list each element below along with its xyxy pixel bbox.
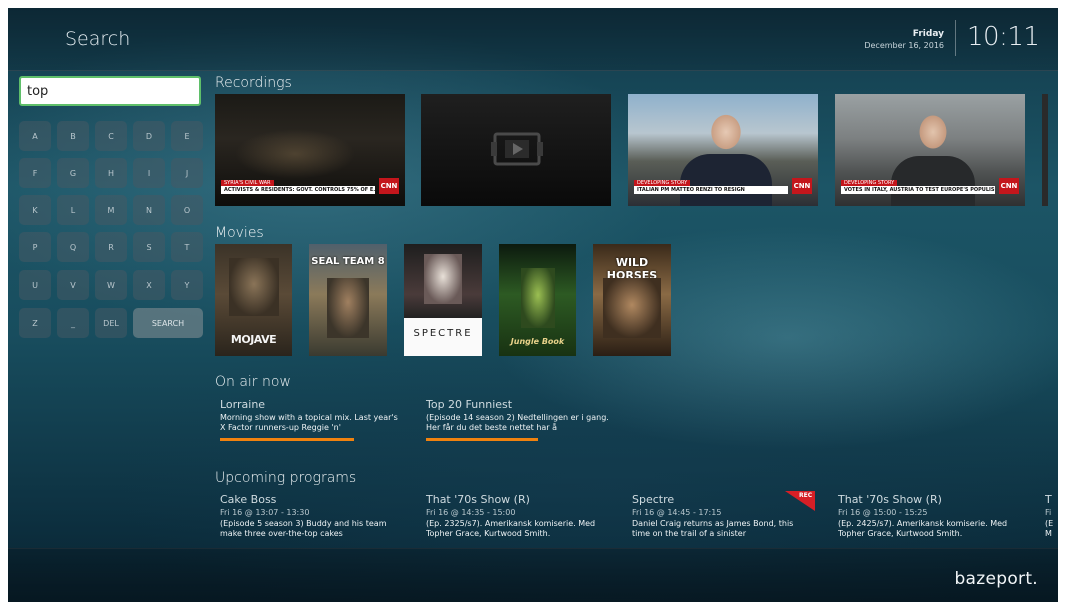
key-y[interactable]: Y bbox=[171, 270, 203, 300]
program-title: That '70s Show (R) bbox=[426, 493, 530, 506]
program-time: Fri 16 @ 14:45 - 17:15 bbox=[632, 508, 722, 517]
upcoming-heading: Upcoming programs bbox=[215, 470, 357, 486]
rec-badge-label: REC bbox=[799, 492, 813, 499]
anchor-suit bbox=[680, 154, 772, 206]
key-p[interactable]: P bbox=[19, 232, 51, 262]
search-input[interactable] bbox=[19, 76, 201, 106]
program-time: Fi bbox=[1045, 508, 1052, 517]
recording-thumbnail[interactable] bbox=[421, 94, 611, 206]
key-d[interactable]: D bbox=[133, 121, 165, 151]
program-time: Fri 16 @ 15:00 - 15:25 bbox=[838, 508, 928, 517]
program-description: (Ep. 2325/s7). Amerikansk komiserie. Med… bbox=[426, 519, 596, 538]
recording-thumbnail[interactable]: DEVELOPING STORY VOTES IN ITALY, AUSTRIA… bbox=[835, 94, 1025, 206]
program-progress bbox=[426, 438, 538, 441]
program-time: Fri 16 @ 14:35 - 15:00 bbox=[426, 508, 516, 517]
program-title: Top 20 Funniest bbox=[426, 398, 513, 411]
header-bar: Search Friday December 16, 2016 10:11 bbox=[8, 8, 1058, 71]
cnn-logo: CNN bbox=[792, 178, 812, 194]
program-description: Daniel Craig returns as James Bond, this… bbox=[632, 519, 794, 538]
key-q[interactable]: Q bbox=[57, 232, 89, 262]
program-title: That '70s Show (R) bbox=[838, 493, 942, 506]
clock: 10:11 bbox=[967, 22, 1040, 52]
key-v[interactable]: V bbox=[57, 270, 89, 300]
program-title: Spectre bbox=[632, 493, 675, 506]
play-icon bbox=[491, 132, 543, 166]
movie-poster[interactable]: MOJAVE bbox=[215, 244, 292, 356]
movies-heading: Movies bbox=[215, 225, 264, 241]
poster-soldier bbox=[327, 278, 369, 338]
poster-skull bbox=[424, 254, 462, 304]
poster-jungle bbox=[521, 268, 555, 328]
ticker-headline: VOTES IN ITALY, AUSTRIA TO TEST EUROPE'S… bbox=[841, 186, 995, 194]
key-l[interactable]: L bbox=[57, 195, 89, 225]
program-title: Lorraine bbox=[220, 398, 266, 411]
ticker-headline: ITALIAN PM MATTEO RENZI TO RESIGN bbox=[634, 186, 788, 194]
program-description: (Episode 14 season 2) Nedtellingen er i … bbox=[426, 413, 609, 432]
key-j[interactable]: J bbox=[171, 158, 203, 188]
movie-poster[interactable]: SPECTRE bbox=[404, 244, 482, 356]
poster-face bbox=[229, 258, 279, 316]
search-button[interactable]: SEARCH bbox=[133, 308, 203, 338]
poster-cowboys bbox=[603, 278, 661, 338]
recordings-heading: Recordings bbox=[215, 75, 292, 91]
key-z[interactable]: Z bbox=[19, 308, 51, 338]
key-r[interactable]: R bbox=[95, 232, 127, 262]
next-recording-peek bbox=[1042, 94, 1048, 206]
program-time: Fri 16 @ 13:07 - 13:30 bbox=[220, 508, 310, 517]
key-e[interactable]: E bbox=[171, 121, 203, 151]
key-a[interactable]: A bbox=[19, 121, 51, 151]
key-b[interactable]: B bbox=[57, 121, 89, 151]
poster-title: SPECTRE bbox=[413, 328, 473, 339]
key-m[interactable]: M bbox=[95, 195, 127, 225]
footer-bar: bazeport. bbox=[8, 548, 1058, 602]
key-f[interactable]: F bbox=[19, 158, 51, 188]
key-i[interactable]: I bbox=[133, 158, 165, 188]
progress-fill bbox=[220, 438, 354, 441]
scene-image bbox=[235, 129, 355, 179]
on-air-heading: On air now bbox=[215, 374, 291, 390]
program-title: Cake Boss bbox=[220, 493, 277, 506]
key-x[interactable]: X bbox=[133, 270, 165, 300]
program-description: Morning show with a topical mix. Last ye… bbox=[220, 413, 398, 432]
key-n[interactable]: N bbox=[133, 195, 165, 225]
recording-thumbnail[interactable]: SYRIA'S CIVIL WAR ACTIVISTS & RESIDENTS:… bbox=[215, 94, 405, 206]
tv-screen: Search Friday December 16, 2016 10:11 A … bbox=[8, 8, 1058, 602]
poster-title: MOJAVE bbox=[230, 333, 277, 346]
date-label: December 16, 2016 bbox=[864, 41, 944, 50]
cnn-logo: CNN bbox=[999, 178, 1019, 194]
ticker-headline: ACTIVISTS & RESIDENTS: GOVT. CONTROLS 75… bbox=[221, 186, 375, 194]
key-underscore[interactable]: _ bbox=[57, 308, 89, 338]
reporter-coat bbox=[891, 156, 975, 206]
key-g[interactable]: G bbox=[57, 158, 89, 188]
program-progress bbox=[220, 438, 354, 441]
poster-title: Jungle Book bbox=[510, 337, 565, 346]
clock-divider bbox=[955, 20, 956, 56]
brand-logo: bazeport. bbox=[954, 569, 1038, 589]
program-description: (E M bbox=[1045, 519, 1054, 538]
movie-poster[interactable]: Jungle Book bbox=[499, 244, 576, 356]
program-description: (Episode 5 season 3) Buddy and his team … bbox=[220, 519, 387, 538]
movie-poster[interactable]: SEAL TEAM 8 bbox=[309, 244, 387, 356]
key-k[interactable]: K bbox=[19, 195, 51, 225]
program-description: (Ep. 2425/s7). Amerikansk komiserie. Med… bbox=[838, 519, 1008, 538]
key-delete[interactable]: DEL bbox=[95, 308, 127, 338]
key-w[interactable]: W bbox=[95, 270, 127, 300]
poster-title: SEAL TEAM 8 bbox=[311, 256, 385, 267]
progress-fill bbox=[426, 438, 538, 441]
key-s[interactable]: S bbox=[133, 232, 165, 262]
cnn-logo: CNN bbox=[379, 178, 399, 194]
page-title: Search bbox=[65, 28, 131, 50]
key-t[interactable]: T bbox=[171, 232, 203, 262]
key-h[interactable]: H bbox=[95, 158, 127, 188]
key-c[interactable]: C bbox=[95, 121, 127, 151]
program-title: T bbox=[1045, 493, 1052, 506]
recording-thumbnail[interactable]: DEVELOPING STORY ITALIAN PM MATTEO RENZI… bbox=[628, 94, 818, 206]
movie-poster[interactable]: WILD HORSES bbox=[593, 244, 671, 356]
key-o[interactable]: O bbox=[171, 195, 203, 225]
day-label: Friday bbox=[912, 29, 944, 39]
key-u[interactable]: U bbox=[19, 270, 51, 300]
